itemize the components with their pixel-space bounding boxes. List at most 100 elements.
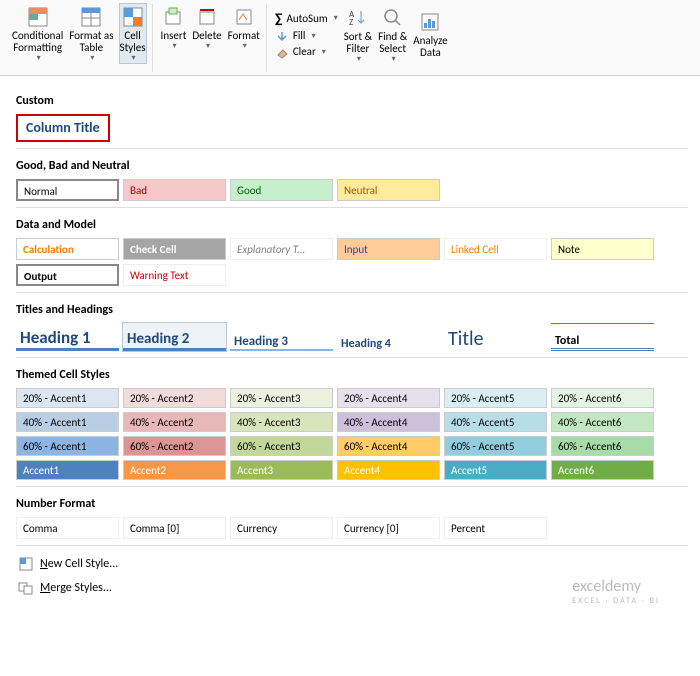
analyze-data-button[interactable]: Analyze Data — [413, 9, 447, 59]
autosum-button[interactable]: ∑ AutoSum — [275, 10, 338, 27]
style-note[interactable]: Note — [551, 238, 654, 260]
label: erge Styles... — [50, 581, 112, 595]
style-accent[interactable]: 60% - Accent3 — [230, 436, 333, 456]
style-accent[interactable]: 60% - Accent1 — [16, 436, 119, 456]
style-accent[interactable]: Accent5 — [444, 460, 547, 480]
new-cell-style-menu[interactable]: New Cell Style... — [16, 552, 688, 576]
style-column-title[interactable]: Column Title — [16, 114, 110, 142]
style-output[interactable]: Output — [16, 264, 119, 286]
sort-filter-button[interactable]: AZ Sort & Filter — [344, 5, 372, 64]
clear-button[interactable]: Clear — [275, 45, 338, 59]
section-themed: Themed Cell Styles — [16, 368, 688, 382]
ribbon: Conditional Formatting Format as Table C… — [0, 0, 700, 76]
style-heading-3[interactable]: Heading 3 — [230, 323, 333, 351]
section-gbn: Good, Bad and Neutral — [16, 159, 688, 173]
style-accent[interactable]: 20% - Accent5 — [444, 388, 547, 408]
fill-button[interactable]: Fill — [275, 29, 338, 43]
style-accent[interactable]: 60% - Accent5 — [444, 436, 547, 456]
section-dm: Data and Model — [16, 218, 688, 232]
delete-button[interactable]: Delete — [192, 4, 221, 51]
style-total[interactable]: Total — [551, 323, 654, 351]
style-accent[interactable]: 40% - Accent1 — [16, 412, 119, 432]
style-accent[interactable]: Accent3 — [230, 460, 333, 480]
style-accent[interactable]: 40% - Accent6 — [551, 412, 654, 432]
cell-styles-button[interactable]: Cell Styles — [120, 4, 146, 63]
section-numfmt: Number Format — [16, 497, 688, 511]
style-accent[interactable]: 60% - Accent6 — [551, 436, 654, 456]
label: ew Cell Style... — [48, 557, 119, 571]
new-style-icon — [18, 556, 34, 572]
style-numfmt[interactable]: Comma [0] — [123, 517, 226, 539]
cell-styles-icon — [122, 6, 144, 28]
label: AutoSum — [287, 12, 328, 25]
style-explanatory[interactable]: Explanatory T... — [230, 238, 333, 260]
ribbon-group-styles: Conditional Formatting Format as Table C… — [6, 4, 153, 72]
style-numfmt[interactable]: Currency [0] — [337, 517, 440, 539]
style-neutral[interactable]: Neutral — [337, 179, 440, 201]
sigma-icon: ∑ — [275, 10, 283, 27]
style-numfmt[interactable]: Currency — [230, 517, 333, 539]
section-custom: Custom — [16, 94, 688, 108]
insert-button[interactable]: Insert — [161, 4, 187, 51]
style-accent[interactable]: Accent4 — [337, 460, 440, 480]
style-accent[interactable]: 40% - Accent4 — [337, 412, 440, 432]
style-calculation[interactable]: Calculation — [16, 238, 119, 260]
style-accent[interactable]: 20% - Accent4 — [337, 388, 440, 408]
accent-grid: 20% - Accent120% - Accent220% - Accent32… — [16, 388, 688, 480]
style-numfmt[interactable]: Comma — [16, 517, 119, 539]
style-heading-2[interactable]: Heading 2 — [123, 323, 226, 351]
label: Format — [228, 30, 260, 42]
cell-styles-gallery: Custom Column Title Good, Bad and Neutra… — [0, 76, 700, 676]
style-numfmt[interactable]: Percent — [444, 517, 547, 539]
section-th: Titles and Headings — [16, 303, 688, 317]
style-accent[interactable]: 20% - Accent3 — [230, 388, 333, 408]
style-accent[interactable]: Accent6 — [551, 460, 654, 480]
label: Insert — [161, 30, 187, 42]
label: Format as Table — [69, 30, 113, 54]
label: Delete — [192, 30, 221, 42]
style-accent[interactable]: 40% - Accent2 — [123, 412, 226, 432]
sort-filter-icon: AZ — [347, 7, 369, 29]
style-accent[interactable]: Accent1 — [16, 460, 119, 480]
style-heading-4[interactable]: Heading 4 — [337, 323, 440, 351]
style-accent[interactable]: Accent2 — [123, 460, 226, 480]
conditional-formatting-button[interactable]: Conditional Formatting — [12, 4, 63, 63]
ribbon-group-cells: Insert Delete Format — [155, 4, 267, 72]
svg-text:Z: Z — [349, 17, 353, 28]
format-as-table-icon — [80, 6, 102, 28]
style-accent[interactable]: 20% - Accent6 — [551, 388, 654, 408]
label: Clear — [293, 45, 316, 58]
style-good[interactable]: Good — [230, 179, 333, 201]
delete-icon — [196, 6, 218, 28]
style-heading-1[interactable]: Heading 1 — [16, 323, 119, 351]
merge-styles-menu[interactable]: Merge Styles... — [16, 576, 688, 600]
style-check-cell[interactable]: Check Cell — [123, 238, 226, 260]
style-warning-text[interactable]: Warning Text — [123, 264, 226, 286]
clear-icon — [275, 45, 289, 59]
label: Fill — [293, 29, 306, 42]
ribbon-group-editing: ∑ AutoSum Fill Clear AZ Sort & Filter Fin… — [269, 4, 454, 72]
conditional-formatting-icon — [27, 6, 49, 28]
fill-icon — [275, 29, 289, 43]
find-icon — [382, 7, 404, 29]
style-input[interactable]: Input — [337, 238, 440, 260]
insert-icon — [162, 6, 184, 28]
analyze-icon — [419, 11, 441, 33]
style-accent[interactable]: 60% - Accent2 — [123, 436, 226, 456]
style-bad[interactable]: Bad — [123, 179, 226, 201]
label: Cell Styles — [120, 30, 146, 54]
format-as-table-button[interactable]: Format as Table — [69, 4, 113, 63]
style-accent[interactable]: 20% - Accent1 — [16, 388, 119, 408]
style-linked-cell[interactable]: Linked Cell — [444, 238, 547, 260]
label: Analyze Data — [413, 35, 447, 59]
find-select-button[interactable]: Find & Select — [378, 5, 407, 64]
style-accent[interactable]: 40% - Accent5 — [444, 412, 547, 432]
label: Find & Select — [378, 31, 407, 55]
style-accent[interactable]: 40% - Accent3 — [230, 412, 333, 432]
style-accent[interactable]: 20% - Accent2 — [123, 388, 226, 408]
format-button[interactable]: Format — [228, 4, 260, 51]
style-accent[interactable]: 60% - Accent4 — [337, 436, 440, 456]
format-icon — [233, 6, 255, 28]
style-normal[interactable]: Normal — [16, 179, 119, 201]
style-title[interactable]: Title — [444, 323, 547, 351]
